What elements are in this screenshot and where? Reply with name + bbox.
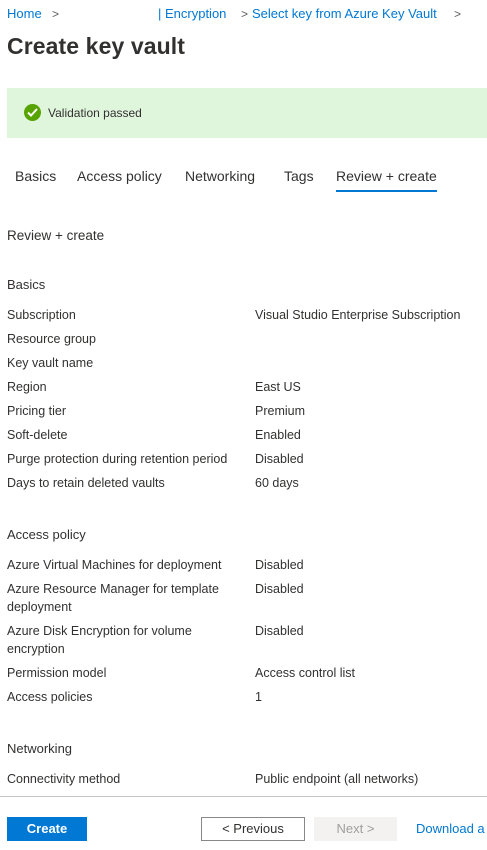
row-label-disk-encryption: Azure Disk Encryption for volume encrypt…	[7, 624, 192, 656]
breadcrumb: Home > | Encryption > Select key from Az…	[7, 6, 487, 24]
row-label-permission-model: Permission model	[7, 666, 107, 680]
check-circle-icon	[24, 104, 41, 121]
row-value-region: East US	[255, 380, 301, 394]
previous-button[interactable]: < Previous	[201, 817, 305, 841]
basics-heading: Basics	[7, 277, 46, 292]
row-value-access-policies: 1	[255, 690, 262, 704]
row-value-disk-encryption: Disabled	[255, 624, 304, 638]
row-value-pricing-tier: Premium	[255, 404, 306, 418]
chevron-right-icon: >	[454, 7, 462, 21]
tab-basics[interactable]: Basics	[15, 168, 56, 184]
chevron-right-icon: >	[52, 7, 60, 21]
row-label-key-vault-name: Key vault name	[7, 356, 94, 370]
tab-networking[interactable]: Networking	[185, 168, 255, 184]
row-label-resource-group: Resource group	[7, 332, 96, 346]
row-label-connectivity-method: Connectivity method	[7, 772, 121, 786]
networking-heading: Networking	[7, 741, 73, 756]
row-label-pricing-tier: Pricing tier	[7, 404, 67, 418]
row-label-region: Region	[7, 380, 47, 394]
row-label-retention-days: Days to retain deleted vaults	[7, 476, 165, 490]
row-value-subscription: Visual Studio Enterprise Subscription	[255, 308, 461, 322]
row-value-vm-deployment: Disabled	[255, 558, 304, 572]
tab-review-create[interactable]: Review + create	[336, 168, 437, 192]
breadcrumb-select-key[interactable]: Select key from Azure Key Vault	[252, 6, 437, 21]
footer-divider	[0, 796, 487, 797]
row-label-soft-delete: Soft-delete	[7, 428, 68, 442]
review-heading: Review + create	[7, 228, 105, 243]
validation-banner: Validation passed	[7, 88, 487, 138]
row-label-subscription: Subscription	[7, 308, 76, 322]
row-value-permission-model: Access control list	[255, 666, 356, 680]
row-label-access-policies: Access policies	[7, 690, 93, 704]
tab-access-policy[interactable]: Access policy	[77, 168, 162, 184]
row-value-arm-deployment: Disabled	[255, 582, 304, 596]
row-value-retention-days: 60 days	[255, 476, 299, 490]
tab-bar: Basics Access policy Networking Tags Rev…	[0, 168, 487, 196]
row-value-purge-protection: Disabled	[255, 452, 304, 466]
breadcrumb-encryption[interactable]: | Encryption	[158, 6, 226, 21]
validation-message: Validation passed	[48, 106, 142, 120]
download-template-link[interactable]: Download a	[416, 821, 485, 836]
row-label-arm-deployment: Azure Resource Manager for template depl…	[7, 582, 219, 614]
row-value-connectivity-method: Public endpoint (all networks)	[255, 772, 419, 786]
create-button[interactable]: Create	[7, 817, 87, 841]
row-label-purge-protection: Purge protection during retention period	[7, 452, 228, 466]
chevron-right-icon: >	[241, 7, 249, 21]
breadcrumb-home[interactable]: Home	[7, 6, 42, 21]
access-policy-heading: Access policy	[7, 527, 86, 542]
tab-tags[interactable]: Tags	[284, 168, 314, 184]
next-button[interactable]: Next >	[314, 817, 397, 841]
row-label-vm-deployment: Azure Virtual Machines for deployment	[7, 558, 222, 572]
page-title: Create key vault	[7, 33, 186, 59]
row-value-soft-delete: Enabled	[255, 428, 301, 442]
